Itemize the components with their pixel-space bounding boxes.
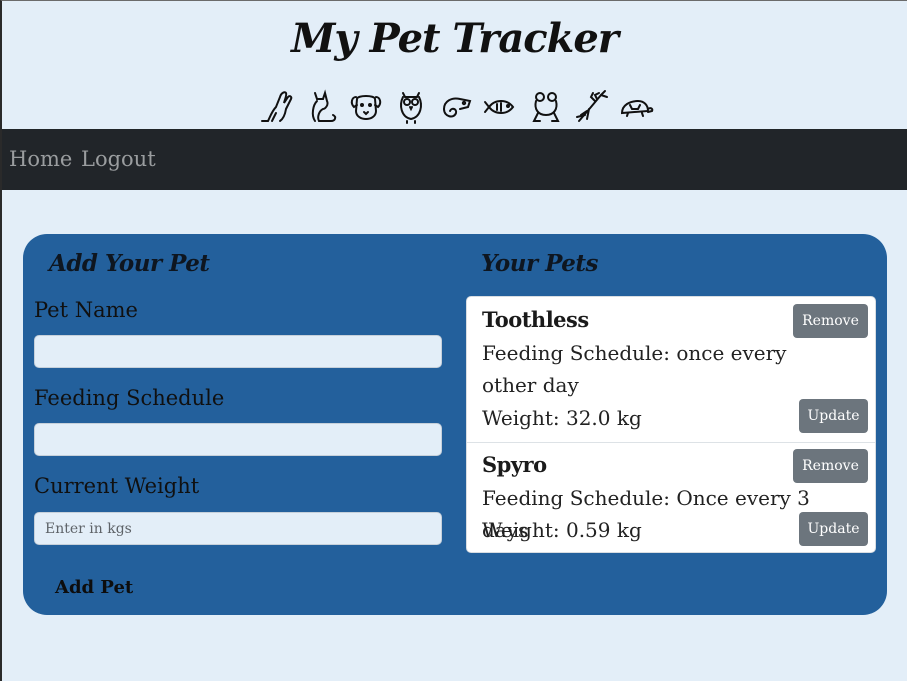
pet-name: Spyro bbox=[482, 452, 547, 477]
feeding-schedule-label: Feeding Schedule bbox=[34, 386, 225, 410]
pet-name: Toothless bbox=[482, 307, 589, 332]
pet-weight: Weight: 0.59 kg bbox=[482, 518, 642, 542]
feeding-schedule-input[interactable] bbox=[34, 423, 442, 456]
your-pets-title: Your Pets bbox=[481, 250, 599, 277]
chameleon-icon bbox=[438, 87, 474, 125]
pet-weight: Weight: 32.0 kg bbox=[482, 406, 642, 430]
pet-card: Toothless Feeding Schedule: once every o… bbox=[467, 297, 875, 443]
pets-list: Toothless Feeding Schedule: once every o… bbox=[466, 296, 876, 553]
main-panel: Add Your Pet Pet Name Feeding Schedule C… bbox=[23, 234, 887, 615]
animal-icon-row bbox=[258, 87, 654, 125]
rabbit-icon bbox=[258, 87, 294, 125]
frog-icon bbox=[528, 87, 564, 125]
nav-logout-link[interactable]: Logout bbox=[81, 147, 156, 171]
pet-card: Spyro Feeding Schedule: Once every 3 day… bbox=[467, 442, 875, 552]
turtle-icon bbox=[618, 87, 654, 125]
current-weight-label: Current Weight bbox=[34, 474, 200, 498]
pet-feeding-schedule: Feeding Schedule: once every other day bbox=[482, 341, 787, 397]
pet-name-label: Pet Name bbox=[34, 298, 138, 322]
nav-home-link[interactable]: Home bbox=[9, 147, 72, 171]
navbar: Home Logout bbox=[2, 129, 907, 190]
add-pet-title: Add Your Pet bbox=[49, 250, 210, 277]
add-pet-button[interactable]: Add Pet bbox=[55, 577, 133, 598]
remove-pet-button[interactable]: Remove bbox=[793, 449, 868, 483]
update-pet-button[interactable]: Update bbox=[799, 399, 868, 433]
dog-icon bbox=[348, 87, 384, 125]
cat-icon bbox=[303, 87, 339, 125]
owl-icon bbox=[393, 87, 429, 125]
current-weight-input[interactable] bbox=[34, 512, 442, 545]
pet-name-input[interactable] bbox=[34, 335, 442, 368]
site-title: My Pet Tracker bbox=[291, 15, 619, 62]
mantis-icon bbox=[573, 87, 609, 125]
remove-pet-button[interactable]: Remove bbox=[793, 304, 868, 338]
site-header: My Pet Tracker bbox=[2, 1, 907, 129]
fish-icon bbox=[483, 87, 519, 125]
update-pet-button[interactable]: Update bbox=[799, 512, 868, 546]
